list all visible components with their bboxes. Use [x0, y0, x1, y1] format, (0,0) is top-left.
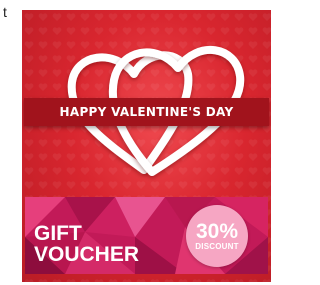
cropped-text-fragment: t: [3, 4, 7, 20]
voucher-line-2: VOUCHER: [34, 243, 140, 266]
discount-label: DISCOUNT: [195, 241, 239, 251]
discount-percent: 30%: [195, 219, 239, 243]
voucher-title: GIFT VOUCHER: [34, 223, 139, 265]
valentine-card: HAPPY VALENTINE'S DAY GIFT VOUCHER 30% D…: [22, 10, 271, 282]
banner-title: HAPPY VALENTINE'S DAY: [59, 105, 234, 119]
gift-voucher: GIFT VOUCHER 30% DISCOUNT: [25, 197, 268, 274]
voucher-line-1: GIFT: [34, 222, 82, 245]
page: t HAPPY VALENTINE'S DAY GIFT VOUCHER 30%…: [0, 0, 273, 285]
discount-badge: 30% DISCOUNT: [186, 205, 248, 267]
title-banner: HAPPY VALENTINE'S DAY: [24, 98, 269, 126]
